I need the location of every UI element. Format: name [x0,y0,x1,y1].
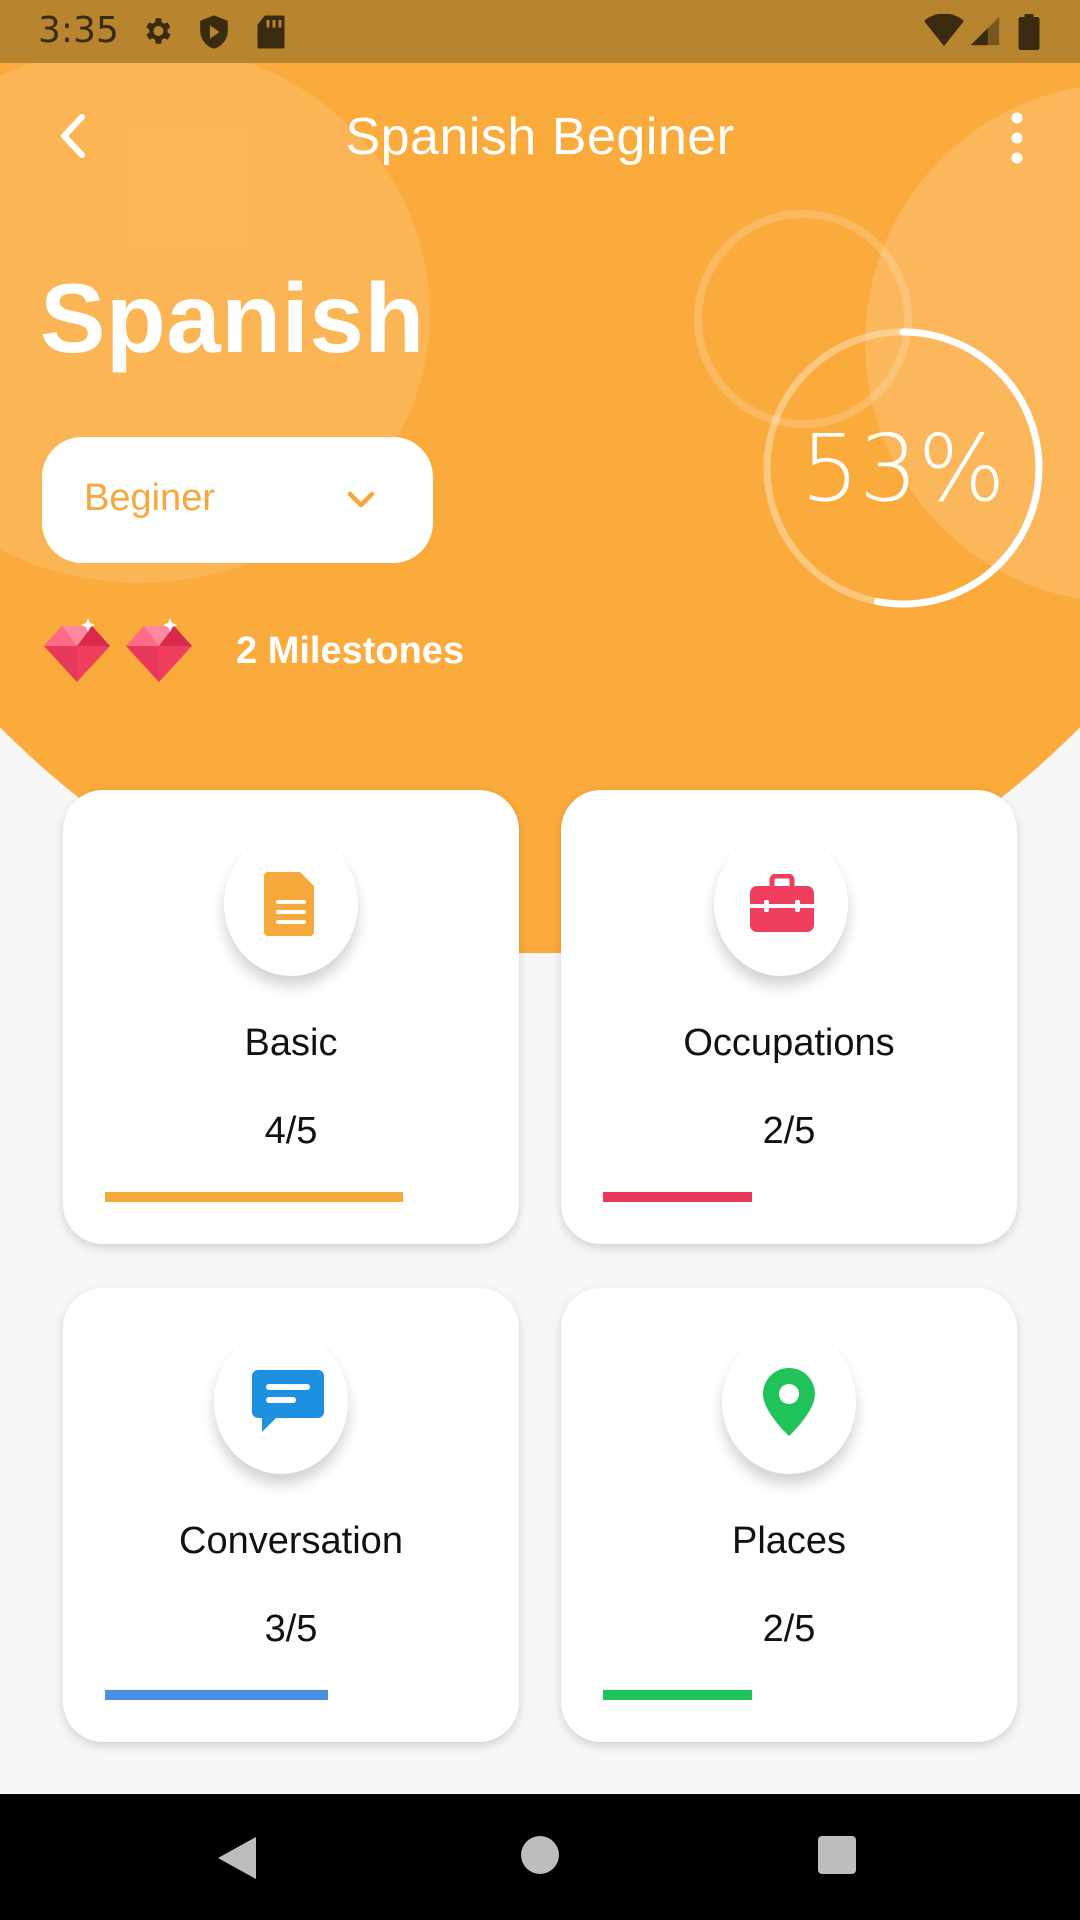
status-bar: 3:35 [0,0,1080,63]
more-vert-icon[interactable] [1000,111,1034,165]
card-count: 3/5 [264,1608,318,1650]
app-bar: Spanish Beginer [0,63,1080,213]
card-title: Places [731,1520,847,1562]
shield-play-icon [200,15,228,49]
chat-icon [252,1370,324,1432]
wifi-icon [924,14,964,46]
chevron-down-icon [347,491,375,508]
status-time: 3:35 [38,10,119,51]
progress-percent: 53% [800,415,1006,522]
page-title: Spanish Beginer [345,108,735,166]
card-icon-circle [714,832,848,976]
level-dropdown-value: Beginer [84,477,215,519]
category-card-basic[interactable]: Basic 4/5 [63,790,519,1244]
sd-card-icon [257,15,285,49]
document-icon [264,872,314,936]
card-title: Conversation [179,1520,403,1562]
card-icon-circle [214,1330,348,1474]
category-card-occupations[interactable]: Occupations 2/5 [561,790,1017,1244]
category-card-places[interactable]: Places 2/5 [561,1288,1017,1742]
milestones-label: 2 Milestones [236,630,465,672]
nav-recents-icon[interactable] [816,1834,858,1876]
card-count: 4/5 [264,1110,318,1152]
level-dropdown[interactable]: Beginer [42,437,433,563]
nav-home-icon[interactable] [519,1834,561,1876]
language-title: Spanish [40,263,425,373]
settings-icon [146,18,171,44]
card-progress-bar [603,1192,752,1202]
category-card-conversation[interactable]: Conversation 3/5 [63,1288,519,1742]
cellular-signal-icon [970,16,1000,46]
card-progress-bar [603,1690,752,1700]
card-count: 2/5 [762,1608,816,1650]
briefcase-icon [750,874,814,932]
card-count: 2/5 [762,1110,816,1152]
system-nav-bar [0,1794,1080,1920]
card-title: Basic [244,1022,338,1064]
overall-progress-ring: 53% [760,325,1046,611]
location-pin-icon [763,1368,815,1436]
card-icon-circle [722,1330,856,1474]
card-title: Occupations [683,1022,895,1064]
card-icon-circle [224,832,358,976]
battery-icon [1018,14,1040,50]
gem-icon [126,618,192,682]
card-progress-bar [105,1192,403,1202]
nav-back-icon[interactable] [214,1834,260,1882]
gem-icon [44,618,110,682]
card-progress-bar [105,1690,328,1700]
